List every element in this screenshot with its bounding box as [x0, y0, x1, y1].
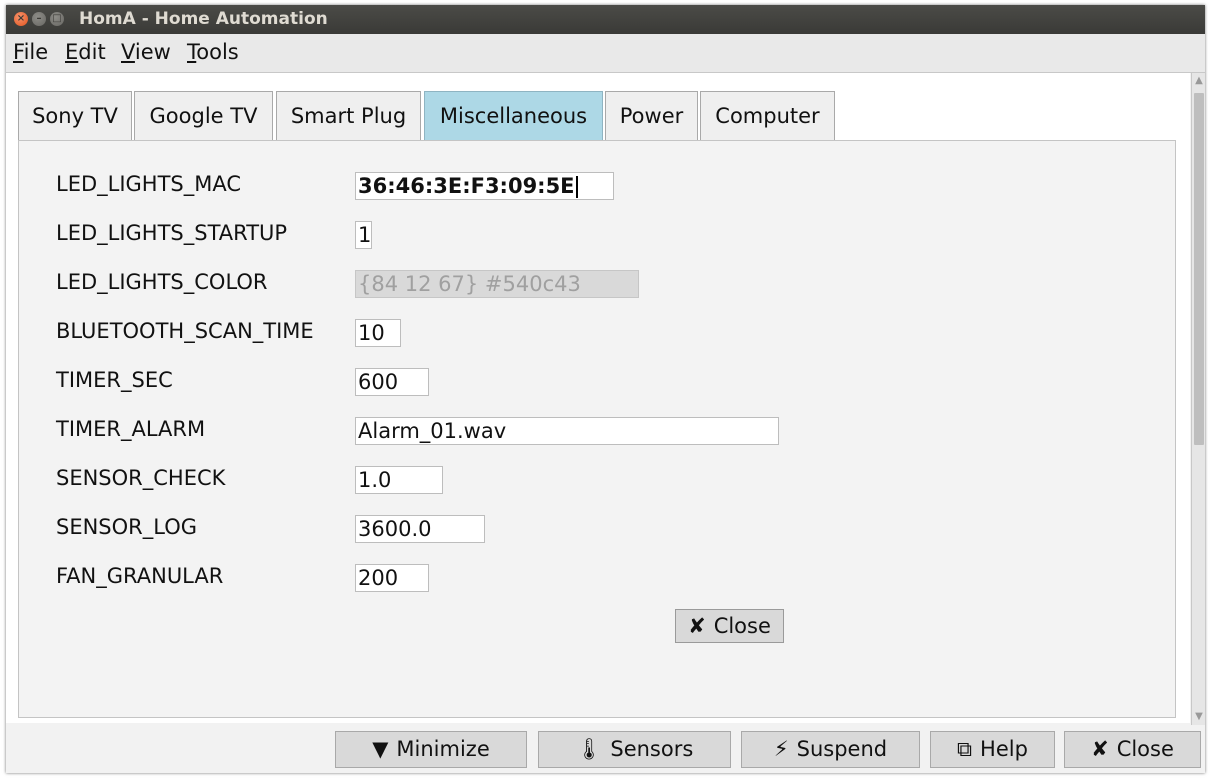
sensors-button[interactable]: 🌡 Sensors: [538, 731, 731, 768]
scroll-up-icon[interactable]: ▲: [1192, 75, 1205, 87]
field-label-led-lights-color: LED_LIGHTS_COLOR: [56, 270, 268, 294]
close-x-icon: ✘: [1091, 737, 1109, 761]
tab-sony-tv[interactable]: Sony TV: [18, 91, 132, 140]
scroll-down-icon[interactable]: ▼: [1192, 711, 1205, 723]
sensor-log-input[interactable]: 3600.0: [355, 515, 485, 543]
close-button[interactable]: ✘ Close: [1064, 731, 1201, 768]
text-caret: [575, 176, 578, 198]
menu-tools[interactable]: Tools: [187, 40, 239, 64]
field-label-timer-sec: TIMER_SEC: [56, 368, 173, 392]
menu-edit[interactable]: Edit: [65, 40, 106, 64]
thermometer-icon: 🌡: [575, 737, 603, 761]
tab-miscellaneous[interactable]: Miscellaneous: [424, 91, 603, 140]
suspend-button[interactable]: ⚡ Suspend: [741, 731, 920, 768]
window-maximize-icon[interactable]: □: [50, 12, 64, 26]
window-title: HomA - Home Automation: [79, 9, 328, 29]
tab-google-tv[interactable]: Google TV: [134, 91, 273, 140]
field-label-led-lights-startup: LED_LIGHTS_STARTUP: [56, 221, 288, 245]
title-bar[interactable]: × – □ HomA - Home Automation: [6, 5, 1205, 34]
tab-power[interactable]: Power: [605, 91, 698, 140]
miscellaneous-panel: LED_LIGHTS_MAC 36:46:3E:F3:09:5E LED_LIG…: [18, 140, 1176, 718]
help-button[interactable]: ⧉ Help: [930, 731, 1055, 768]
content-area: Sony TV Google TV Smart Plug Miscellaneo…: [6, 73, 1190, 723]
menu-bar: File Edit View Tools: [6, 34, 1205, 73]
field-label-led-lights-mac: LED_LIGHTS_MAC: [56, 172, 242, 196]
window-close-icon[interactable]: ×: [14, 12, 28, 26]
field-label-bluetooth-scan-time: BLUETOOTH_SCAN_TIME: [56, 319, 314, 343]
tab-computer[interactable]: Computer: [700, 91, 835, 140]
bottom-toolbar: ▼ Minimize 🌡 Sensors ⚡ Suspend ⧉ Help ✘ Close: [6, 725, 1205, 773]
tab-smart-plug[interactable]: Smart Plug: [276, 91, 421, 140]
triangle-down-icon: ▼: [372, 737, 389, 761]
field-label-sensor-check: SENSOR_CHECK: [56, 466, 226, 490]
timer-sec-input[interactable]: 600: [355, 368, 429, 396]
menu-file[interactable]: File: [13, 40, 48, 64]
help-label: Help: [980, 737, 1028, 761]
window-minimize-icon[interactable]: –: [32, 12, 46, 26]
bluetooth-scan-time-input[interactable]: 10: [355, 319, 401, 347]
suspend-label: Suspend: [796, 737, 888, 761]
lightning-icon: ⚡: [773, 737, 789, 761]
fan-granular-input[interactable]: 200: [355, 564, 429, 592]
app-window: × – □ HomA - Home Automation File Edit V…: [6, 5, 1205, 773]
sensor-check-input[interactable]: 1.0: [355, 466, 443, 494]
led-lights-startup-input[interactable]: 1: [355, 221, 372, 249]
field-label-fan-granular: FAN_GRANULAR: [56, 564, 224, 588]
vertical-scrollbar[interactable]: ▲ ▼: [1191, 73, 1205, 725]
field-label-sensor-log: SENSOR_LOG: [56, 515, 198, 539]
field-label-timer-alarm: TIMER_ALARM: [56, 417, 206, 441]
panel-close-button[interactable]: ✘ Close: [675, 609, 784, 643]
scrollbar-thumb[interactable]: [1194, 93, 1204, 445]
close-label: Close: [1116, 737, 1174, 761]
minimize-button[interactable]: ▼ Minimize: [335, 731, 527, 768]
menu-view[interactable]: View: [121, 40, 171, 64]
led-lights-mac-input[interactable]: 36:46:3E:F3:09:5E: [355, 172, 614, 200]
sensors-label: Sensors: [610, 737, 694, 761]
help-icon: ⧉: [957, 737, 973, 761]
led-lights-color-input: {84 12 67} #540c43: [355, 270, 639, 298]
minimize-label: Minimize: [396, 737, 490, 761]
panel-close-label: Close: [713, 614, 771, 638]
timer-alarm-input[interactable]: Alarm_01.wav: [355, 417, 779, 445]
close-x-icon: ✘: [688, 614, 706, 638]
